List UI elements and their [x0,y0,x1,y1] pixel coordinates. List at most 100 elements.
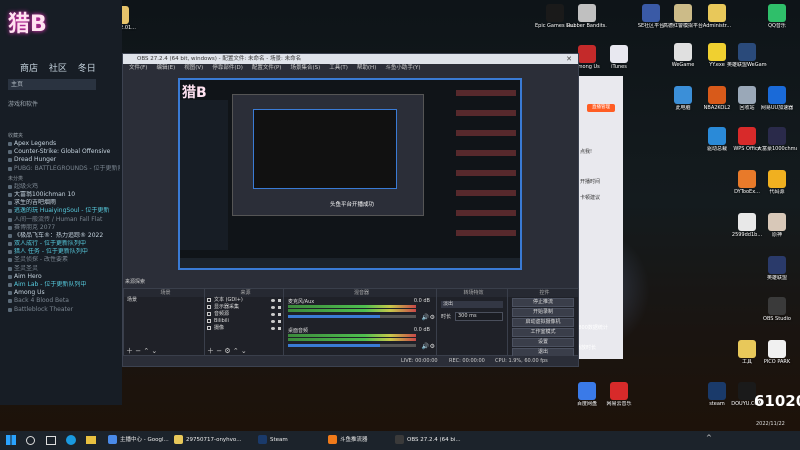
desktop-icon[interactable]: 代码源 [757,170,797,195]
taskbar-app[interactable]: 29750717-onyhvo... [174,433,241,448]
game-item[interactable]: Aim Lab - 位于更新队列中 [8,281,120,289]
source-label: Bilibili [214,318,229,324]
volume-slider[interactable] [288,315,416,318]
menu-item[interactable]: 斗鱼小助手(Y) [385,65,420,71]
menu-item[interactable]: 文件(F) [129,65,147,71]
nav-winter[interactable]: 冬日 [78,64,96,74]
source-item[interactable]: Bilibili [205,318,283,325]
game-item[interactable]: 猎人 任务 - 位于更新队列中 [8,248,120,256]
lock-icon[interactable] [278,306,281,309]
desktop-icon[interactable]: PICO PARK [757,340,797,365]
windows-start-icon[interactable] [6,435,16,445]
menu-item[interactable]: 配置文件(P) [252,65,282,71]
desktop-icon[interactable]: 网易云音乐 [599,382,639,407]
game-item[interactable]: Counter-Strike: Global Offensive [8,148,120,156]
search-icon[interactable] [26,436,35,445]
transition-select[interactable]: 淡出 [441,301,503,308]
game-item[interactable]: 圣灵圣灵 [8,265,120,273]
desktop-icon[interactable]: 原神 [757,213,797,238]
taskbar-app[interactable]: Steam [258,433,288,448]
task-view-icon[interactable] [46,436,56,445]
close-icon[interactable]: ✕ [563,55,575,63]
steam-window: 猎B 商店 社区 冬日 主页 游戏和软件 收藏夹 Apex Legends Coun… [0,0,122,405]
control-button[interactable]: 设置 [512,338,574,347]
edge-icon[interactable] [66,435,76,445]
visibility-eye-icon[interactable] [271,327,275,330]
taskbar-app[interactable]: 斗鱼推流器 [328,433,368,448]
app-icon [642,4,660,22]
menu-item[interactable]: 帮助(H) [357,65,376,71]
desktop-icon[interactable]: 大富豪1000chman... [757,127,797,152]
desktop-icon[interactable]: iTunes [599,45,639,70]
desktop-icon[interactable]: OBS Studio [757,297,797,322]
volume-slider[interactable] [288,344,416,347]
game-item[interactable]: Aim Hero [8,273,120,281]
lock-icon[interactable] [278,327,281,330]
gear-icon[interactable]: ⚙ [430,343,435,350]
desktop-icon[interactable]: 英雄联盟WeGame版 [727,43,767,68]
game-item[interactable]: 赛博朋克 2077 [8,224,120,232]
menu-item[interactable]: 工具(T) [329,65,348,71]
game-section-header[interactable]: 收藏夹 [8,132,120,139]
control-button[interactable]: 开始录制 [512,308,574,317]
source-item[interactable]: 音频源 [205,311,283,318]
source-item[interactable]: 显示器采集 [205,304,283,311]
desktop-icon[interactable]: QQ音乐 [757,4,797,29]
menu-item[interactable]: 视图(V) [184,65,203,71]
nav-store[interactable]: 商店 [20,64,38,74]
menu-item[interactable]: 停靠部件(D) [212,65,243,71]
game-item[interactable]: Among Us [8,289,120,297]
desktop-icon[interactable]: 网易UU加速器 [757,86,797,111]
manage-button[interactable]: 直播管理 [587,104,615,112]
game-item[interactable]: 圣灵侦探 - 改性要素 [8,256,120,264]
game-item[interactable]: 人间一般流传 / Human Fall Flat [8,216,120,224]
source-item[interactable]: 摄像 [205,325,283,332]
game-item[interactable]: Battleblock Theater [8,306,120,314]
taskbar-app[interactable]: 主播中心 - Googl... [108,433,169,448]
visibility-eye-icon[interactable] [271,299,275,302]
source-item[interactable]: 文本 (GDI+) [205,297,283,304]
gear-icon[interactable]: ⚙ [430,314,435,321]
desktop-icon[interactable]: Rubber Bandits... [567,4,607,29]
game-item[interactable]: Back 4 Blood Beta [8,297,120,305]
lock-icon[interactable] [278,313,281,316]
game-item[interactable]: PUBG: BATTLEGROUNDS - 位于更新队列中 [8,165,120,173]
game-item[interactable]: Apex Legends [8,140,120,148]
visibility-eye-icon[interactable] [271,306,275,309]
control-button[interactable]: 工作室模式 [512,328,574,337]
game-item[interactable]: 超级火鸡 [8,183,120,191]
steam-home-input[interactable]: 主页 [8,79,96,90]
obs-statusbar: LIVE: 00:00:00 REC: 00:00:00 CPU: 1.9%, … [123,356,578,366]
desktop-icon[interactable]: Administr... [697,4,737,29]
explorer-icon[interactable] [86,436,96,444]
game-item[interactable]: 《极品飞车®：热力追踪® 2022 [8,232,120,240]
visibility-eye-icon[interactable] [271,320,275,323]
game-section-header[interactable]: 未分类 [8,175,120,182]
steam-logo: 猎B [8,12,47,37]
visibility-eye-icon[interactable] [271,313,275,316]
scene-item[interactable]: 场景 [124,297,204,304]
taskbar-app[interactable]: OBS 27.2.4 (64 bi... [395,433,461,448]
game-item[interactable]: 逃逸的玩 HuaiyingSoul - 位于更新 [8,207,120,215]
control-button[interactable]: 停止推流 [512,298,574,307]
game-item[interactable]: 大富翁100ichman 10 [8,191,120,199]
duration-input[interactable]: 300 ms [455,312,503,321]
menu-item[interactable]: 场景集合(S) [290,65,320,71]
menu-item[interactable]: 编辑(E) [156,65,175,71]
speaker-icon[interactable]: 🔊 [422,314,429,321]
nav-community[interactable]: 社区 [49,64,67,74]
game-item[interactable]: 求生的吉吧烟雨 [8,199,120,207]
desktop-icon[interactable]: 英雄联盟 [757,256,797,281]
game-item[interactable]: Dread Hunger [8,156,120,164]
desktop-icon-label: Administr... [702,23,732,29]
sources-panel: 来源 文本 (GDI+) 显示器采集 音频源 Bilibili 摄像 ＋ − ⚙ ⌃ ⌄ [204,288,284,356]
tray-chevron-icon[interactable]: ^ [706,434,712,442]
volume-meter [288,338,416,341]
lock-icon[interactable] [278,299,281,302]
control-button[interactable]: 启动虚拟摄像机 [512,318,574,327]
rec-timer: REC: 00:00:00 [449,358,485,364]
app-icon [674,86,692,104]
lock-icon[interactable] [278,320,281,323]
game-item[interactable]: 双人成行 - 位于更新队列中 [8,240,120,248]
speaker-icon[interactable]: 🔊 [422,343,429,350]
